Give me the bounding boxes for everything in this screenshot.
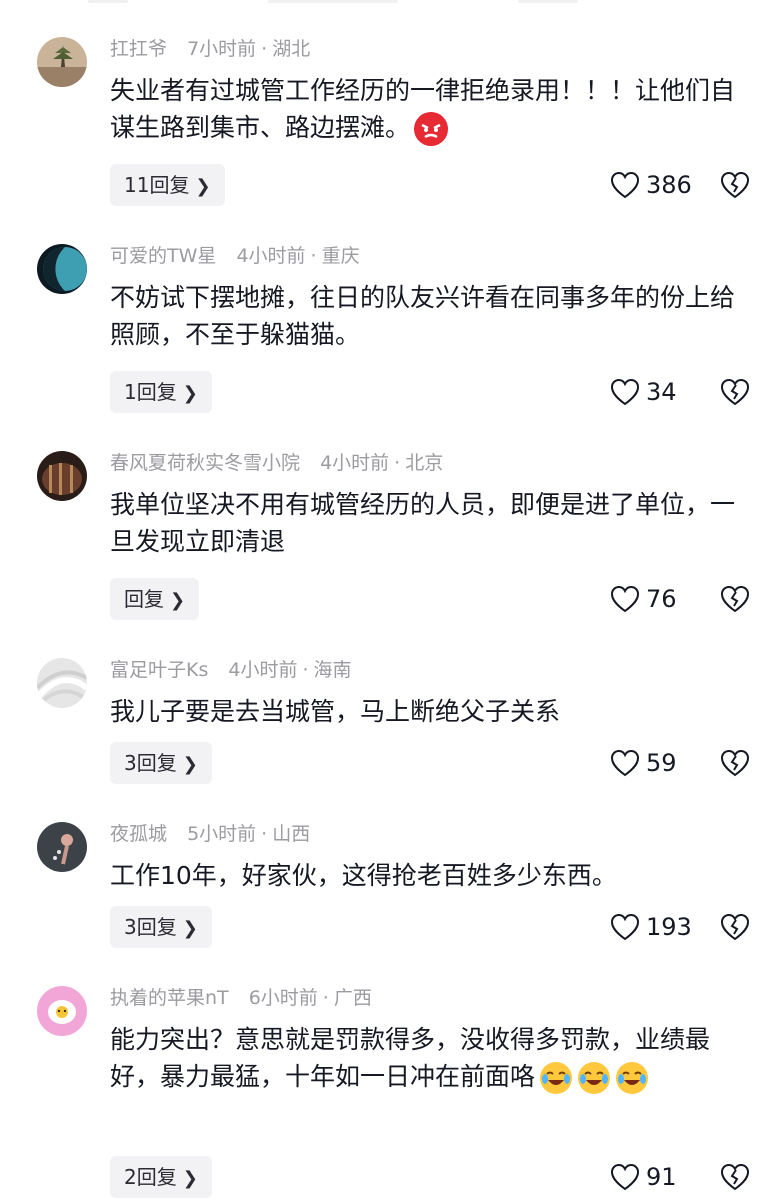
comment-text: 我儿子要是去当城管，马上断绝父子关系 xyxy=(110,697,561,726)
reply-button[interactable]: 回复 ❯ xyxy=(110,578,200,620)
like-count: 91 xyxy=(646,1163,677,1191)
comment-meta: 可爱的TW星 4小时前 · 重庆 xyxy=(110,245,360,267)
comment-meta: 夜孤城 5小时前 · 山西 xyxy=(110,823,311,845)
username[interactable]: 执着的苹果nT xyxy=(110,987,229,1009)
like-button[interactable]: 76 xyxy=(610,578,677,620)
avatar[interactable] xyxy=(37,451,87,501)
avatar[interactable] xyxy=(37,986,87,1036)
like-count: 386 xyxy=(646,171,692,199)
like-count: 76 xyxy=(646,585,677,613)
timestamp: 5小时前 xyxy=(187,823,257,845)
laughing-crying-face-icon xyxy=(577,1061,611,1095)
broken-heart-icon xyxy=(720,749,750,777)
heart-outline-icon xyxy=(610,378,640,406)
laughing-crying-face-icon xyxy=(615,1061,649,1095)
username[interactable]: 夜孤城 xyxy=(110,823,167,845)
dislike-button[interactable] xyxy=(719,164,751,206)
comment-text: 工作10年，好家伙，这得抢老百姓多少东西。 xyxy=(110,861,617,890)
location: 山西 xyxy=(272,823,311,845)
angry-face-icon xyxy=(414,112,449,146)
timestamp: 4小时前 xyxy=(228,659,298,681)
like-button[interactable]: 91 xyxy=(610,1156,677,1198)
comment-text: 我单位坚决不用有城管经历的人员，即便是进了单位，一旦发现立即清退 xyxy=(110,490,736,556)
comment-text: 能力突出？意思就是罚款得多，没收得多罚款，业绩最好，暴力最猛，十年如一日冲在前面… xyxy=(110,1021,750,1095)
avatar[interactable] xyxy=(37,658,87,708)
location: 重庆 xyxy=(321,245,360,267)
dislike-button[interactable] xyxy=(719,371,751,413)
heart-outline-icon xyxy=(610,913,640,941)
comment-meta: 扛扛爷 7小时前 · 湖北 xyxy=(110,38,311,60)
dislike-button[interactable] xyxy=(719,1156,751,1198)
reply-button[interactable]: 3回复 ❯ xyxy=(110,742,212,784)
timestamp: 6小时前 xyxy=(248,987,318,1009)
chevron-right-icon: ❯ xyxy=(182,918,198,939)
username[interactable]: 扛扛爷 xyxy=(110,38,167,60)
broken-heart-icon xyxy=(720,913,750,941)
dislike-button[interactable] xyxy=(719,906,751,948)
reply-button[interactable]: 11回复 ❯ xyxy=(110,164,225,206)
like-button[interactable]: 193 xyxy=(610,906,692,948)
username[interactable]: 可爱的TW星 xyxy=(110,245,216,267)
reply-button[interactable]: 2回复 ❯ xyxy=(110,1156,212,1198)
heart-outline-icon xyxy=(610,585,640,613)
chevron-right-icon: ❯ xyxy=(195,176,211,197)
comment-meta: 春风夏荷秋实冬雪小院 4小时前 · 北京 xyxy=(110,452,444,474)
location: 广西 xyxy=(333,987,372,1009)
timestamp: 4小时前 xyxy=(236,245,306,267)
timestamp: 7小时前 xyxy=(187,38,257,60)
heart-outline-icon xyxy=(610,171,640,199)
like-button[interactable]: 386 xyxy=(610,164,692,206)
avatar[interactable] xyxy=(37,822,87,872)
location: 海南 xyxy=(313,659,352,681)
comment-text: 失业者有过城管工作经历的一律拒绝录用！！！让他们自谋生路到集市、路边摆滩。 xyxy=(110,72,750,146)
reply-button[interactable]: 1回复 ❯ xyxy=(110,371,212,413)
timestamp: 4小时前 xyxy=(320,452,390,474)
chevron-right-icon: ❯ xyxy=(182,383,198,404)
like-count: 59 xyxy=(646,749,677,777)
chevron-right-icon: ❯ xyxy=(182,754,198,775)
broken-heart-icon xyxy=(720,171,750,199)
reply-button[interactable]: 3回复 ❯ xyxy=(110,906,212,948)
avatar[interactable] xyxy=(37,37,87,87)
comment-meta: 富足叶子Ks 4小时前 · 海南 xyxy=(110,659,352,681)
like-count: 34 xyxy=(646,378,677,406)
username[interactable]: 春风夏荷秋实冬雪小院 xyxy=(110,452,300,474)
avatar[interactable] xyxy=(37,244,87,294)
heart-outline-icon xyxy=(610,749,640,777)
laughing-crying-face-icon xyxy=(539,1061,573,1095)
comment-text: 不妨试下摆地摊，往日的队友兴许看在同事多年的份上给照顾，不至于躲猫猫。 xyxy=(110,283,736,349)
chevron-right-icon: ❯ xyxy=(170,590,186,611)
chevron-right-icon: ❯ xyxy=(182,1168,198,1189)
comment-meta: 执着的苹果nT 6小时前 · 广西 xyxy=(110,987,372,1009)
location: 北京 xyxy=(405,452,444,474)
heart-outline-icon xyxy=(610,1163,640,1191)
dislike-button[interactable] xyxy=(719,742,751,784)
like-button[interactable]: 59 xyxy=(610,742,677,784)
like-button[interactable]: 34 xyxy=(610,371,677,413)
like-count: 193 xyxy=(646,913,692,941)
location: 湖北 xyxy=(272,38,311,60)
broken-heart-icon xyxy=(720,585,750,613)
broken-heart-icon xyxy=(720,1163,750,1191)
broken-heart-icon xyxy=(720,378,750,406)
top-divider xyxy=(88,0,578,4)
username[interactable]: 富足叶子Ks xyxy=(110,659,208,681)
dislike-button[interactable] xyxy=(719,578,751,620)
